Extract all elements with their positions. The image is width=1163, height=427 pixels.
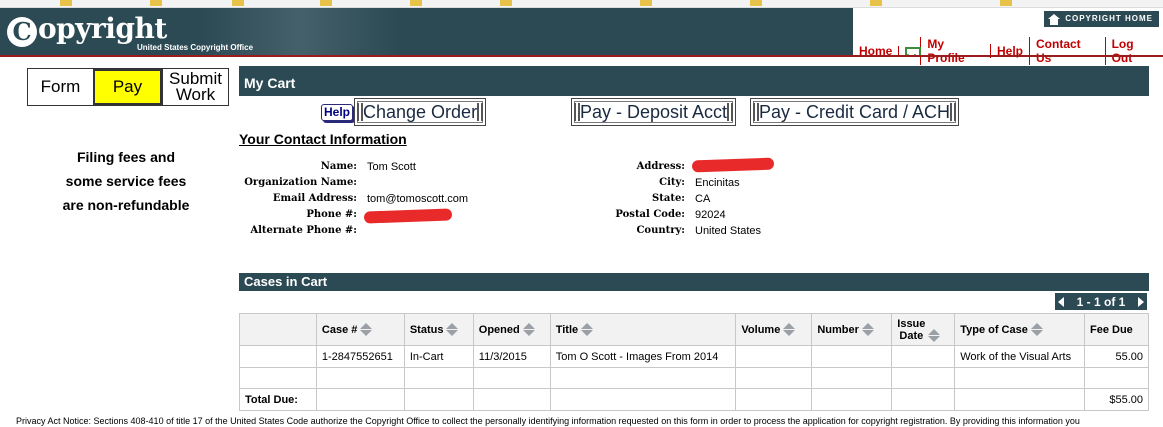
- sort-icon[interactable]: [359, 323, 373, 336]
- organization-label: Organization Name:: [244, 177, 357, 188]
- fees-notice: Filing fees and some service fees are no…: [62, 149, 190, 213]
- pay-credit-card-ach-button[interactable]: Pay - Credit Card / ACH: [750, 98, 960, 126]
- my-cart-heading: My Cart: [239, 66, 1149, 96]
- email-value: tom@tomoscott.com: [367, 193, 469, 205]
- folder-icon: [232, 0, 244, 6]
- header-divider: [0, 55, 1163, 57]
- table-header-row: Case # Status Opened Title Volume Number…: [239, 313, 1150, 346]
- address-label: Address:: [636, 161, 685, 172]
- fee-due-cell: 55.00: [1083, 345, 1150, 368]
- folder-icon: [500, 0, 512, 6]
- state-value: CA: [695, 193, 711, 205]
- cases-in-cart-heading: Cases in Cart: [239, 273, 1149, 291]
- title-cell: Tom O Scott - Images From 2014: [549, 345, 737, 368]
- folder-icon: [640, 0, 652, 6]
- table-row[interactable]: 1-2847552651 In-Cart 11/3/2015 Tom O Sco…: [239, 345, 1150, 368]
- table-spacer-row: [239, 367, 1150, 389]
- change-order-button[interactable]: Change Order: [354, 98, 487, 126]
- folder-icon: [150, 0, 162, 6]
- folder-icon: [410, 0, 422, 6]
- home-icon: [1048, 13, 1061, 25]
- folder-icon: [750, 0, 762, 6]
- number-column-header[interactable]: Number: [811, 313, 893, 346]
- opened-column-header[interactable]: Opened: [472, 313, 551, 346]
- case-number-column-header[interactable]: Case #: [315, 313, 405, 346]
- sort-icon[interactable]: [782, 323, 796, 336]
- city-value: Encinitas: [695, 177, 740, 189]
- opened-cell: 11/3/2015: [472, 345, 551, 368]
- sort-icon[interactable]: [580, 323, 594, 336]
- volume-cell: [735, 345, 813, 368]
- page-root: C opyright United States Copyright Offic…: [0, 0, 1163, 427]
- nav-my-profile-link[interactable]: My Profile: [920, 37, 990, 65]
- cases-table: Case # Status Opened Title Volume Number…: [239, 313, 1150, 411]
- city-label: City:: [659, 177, 685, 188]
- step-pay[interactable]: Pay: [93, 69, 162, 105]
- name-label: Name:: [320, 161, 357, 172]
- pagination: 1 - 1 of 1: [1055, 293, 1147, 310]
- issue-date-column-header[interactable]: Issue Date: [891, 313, 956, 346]
- browser-bookmarks-bar: [0, 0, 1163, 8]
- contact-info-heading: Your Contact Information: [239, 131, 407, 147]
- row-select-cell: [239, 345, 317, 368]
- folder-icon: [320, 0, 332, 6]
- postal-code-label: Postal Code:: [615, 209, 685, 220]
- total-row: Total Due: $55.00: [239, 388, 1150, 411]
- case-number-cell[interactable]: 1-2847552651: [315, 345, 405, 368]
- status-column-header[interactable]: Status: [403, 313, 474, 346]
- state-label: State:: [652, 193, 685, 204]
- copyright-logo-icon[interactable]: C: [7, 17, 37, 47]
- number-cell: [811, 345, 893, 368]
- sort-icon[interactable]: [861, 323, 874, 336]
- step-indicator: Form Pay Submit Work: [27, 68, 229, 106]
- folder-icon: [870, 0, 882, 6]
- phone-redaction: [363, 208, 453, 224]
- volume-column-header[interactable]: Volume: [735, 313, 813, 346]
- title-column-header[interactable]: Title: [549, 313, 737, 346]
- sort-icon[interactable]: [1030, 323, 1043, 336]
- next-page-icon[interactable]: [1138, 296, 1144, 307]
- folder-icon: [1000, 0, 1012, 6]
- step-form[interactable]: Form: [28, 69, 93, 105]
- address-redaction: [691, 157, 775, 173]
- copyright-home-button[interactable]: COPYRIGHT HOME: [1044, 11, 1159, 27]
- issue-date-cell: [891, 345, 956, 368]
- postal-code-value: 92024: [695, 209, 726, 221]
- email-label: Email Address:: [272, 193, 357, 204]
- step-submit-work[interactable]: Submit Work: [162, 69, 228, 105]
- help-button[interactable]: Help: [321, 104, 354, 121]
- total-due-label: Total Due:: [239, 388, 317, 411]
- total-due-value: $55.00: [1083, 388, 1150, 411]
- previous-page-icon[interactable]: [1058, 296, 1064, 307]
- nav-log-out-link[interactable]: Log Out: [1104, 37, 1163, 65]
- sort-icon[interactable]: [445, 323, 459, 336]
- name-value: Tom Scott: [367, 161, 416, 173]
- sort-icon[interactable]: [522, 323, 535, 336]
- type-of-case-column-header[interactable]: Type of Case: [954, 313, 1085, 346]
- nav-contact-us-link[interactable]: Contact Us: [1029, 37, 1105, 65]
- privacy-act-notice: Privacy Act Notice: Sections 408-410 of …: [16, 416, 1080, 426]
- top-nav: COPYRIGHT HOME Home My Profile Help Cont…: [853, 8, 1163, 65]
- copyright-home-label: COPYRIGHT HOME: [1065, 14, 1153, 23]
- fee-due-column-header: Fee Due: [1083, 313, 1150, 346]
- type-of-case-cell: Work of the Visual Arts: [954, 345, 1085, 368]
- country-value: United States: [695, 225, 762, 237]
- nav-links: Home My Profile Help Contact Us Log Out: [853, 37, 1163, 65]
- country-label: Country:: [636, 225, 685, 236]
- pay-deposit-account-button[interactable]: Pay - Deposit Acct: [571, 98, 737, 126]
- page-range: 1 - 1 of 1: [1076, 294, 1126, 309]
- logo-wordmark[interactable]: opyright: [38, 12, 167, 45]
- phone-label: Phone #:: [306, 209, 357, 220]
- select-column-header: [239, 313, 317, 346]
- sort-icon[interactable]: [927, 328, 941, 342]
- status-cell: In-Cart: [403, 345, 474, 368]
- logo-subtitle: United States Copyright Office: [137, 43, 254, 52]
- folder-icon: [60, 0, 72, 6]
- alternate-phone-label: Alternate Phone #:: [250, 225, 357, 236]
